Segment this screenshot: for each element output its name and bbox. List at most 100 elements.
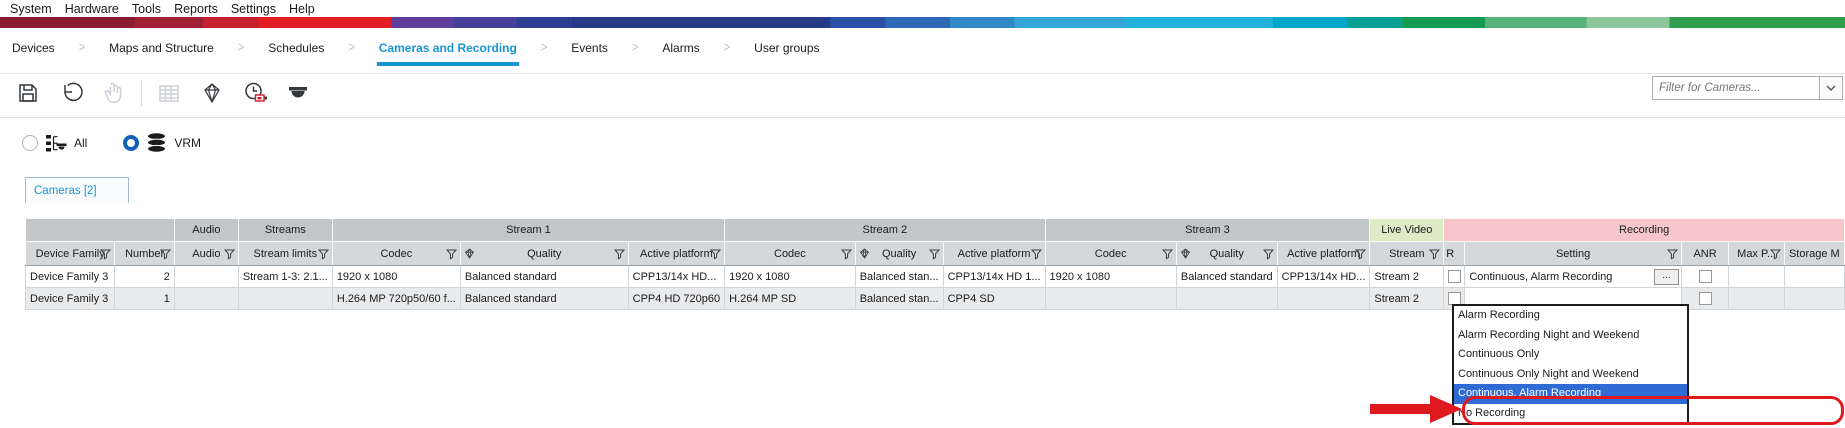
filter-icon[interactable] bbox=[224, 249, 235, 260]
radio-option-all[interactable]: All bbox=[22, 131, 87, 155]
cell-s2-active-platform: CPP13/14x HD 1... bbox=[943, 266, 1045, 288]
undo-button[interactable] bbox=[55, 77, 87, 109]
col-header-s1-codec[interactable]: Codec bbox=[332, 242, 460, 266]
col-header-audio[interactable]: Audio bbox=[174, 242, 238, 266]
filter-icon[interactable] bbox=[1031, 249, 1042, 260]
radio-button-vrm[interactable] bbox=[123, 135, 139, 151]
group-blank bbox=[26, 219, 175, 242]
dropdown-option-alarm-recording-night-weekend[interactable]: Alarm Recording Night and Weekend bbox=[1454, 326, 1687, 346]
filter-dropdown-button[interactable] bbox=[1819, 77, 1842, 99]
cell-s3-quality: Balanced standard bbox=[1176, 266, 1277, 288]
nav-item-schedules[interactable]: Schedules bbox=[266, 36, 326, 62]
filter-icon[interactable] bbox=[614, 249, 625, 260]
group-live-video: Live Video bbox=[1370, 219, 1444, 242]
setting-ellipsis-button[interactable]: ... bbox=[1654, 269, 1679, 285]
nav-item-devices[interactable]: Devices bbox=[10, 36, 57, 62]
cell-s1-active-platform: CPP13/14x HD... bbox=[628, 266, 724, 288]
col-header-storage[interactable]: Storage M bbox=[1784, 242, 1844, 266]
group-recording: Recording bbox=[1444, 219, 1845, 242]
cell-storage bbox=[1784, 288, 1844, 310]
dome-camera-button[interactable] bbox=[282, 77, 314, 109]
cell-setting[interactable]: Continuous, Alarm Recording... bbox=[1465, 266, 1682, 288]
filter-icon[interactable] bbox=[446, 249, 457, 260]
col-header-s3-quality[interactable]: Quality bbox=[1176, 242, 1277, 266]
col-header-s2-active-platform[interactable]: Active platform bbox=[943, 242, 1045, 266]
col-header-stream[interactable]: Stream bbox=[1370, 242, 1444, 266]
dome-camera-icon bbox=[285, 80, 311, 106]
dropdown-option-alarm-recording[interactable]: Alarm Recording bbox=[1454, 306, 1687, 326]
filter-icon[interactable] bbox=[1263, 249, 1274, 260]
nav-chevron-icon: > bbox=[348, 34, 354, 55]
menu-item-settings[interactable]: Settings bbox=[231, 2, 276, 16]
filter-icon[interactable] bbox=[841, 249, 852, 260]
anr-checkbox[interactable] bbox=[1699, 292, 1712, 305]
menu-item-tools[interactable]: Tools bbox=[132, 2, 161, 16]
table-view-button[interactable] bbox=[153, 77, 185, 109]
col-header-s2-quality[interactable]: Quality bbox=[855, 242, 943, 266]
dropdown-option-continuous-only-night-weekend[interactable]: Continuous Only Night and Weekend bbox=[1454, 365, 1687, 385]
cell-s1-quality: Balanced standard bbox=[460, 288, 628, 310]
menu-item-system[interactable]: System bbox=[10, 2, 52, 16]
filter-icon[interactable] bbox=[929, 249, 940, 260]
filter-icon[interactable] bbox=[318, 249, 329, 260]
col-header-s3-active-platform[interactable]: Active platform bbox=[1277, 242, 1370, 266]
col-header-s3-codec[interactable]: Codec bbox=[1045, 242, 1176, 266]
filter-icon[interactable] bbox=[1162, 249, 1173, 260]
table-view-icon bbox=[156, 80, 182, 106]
col-header-s2-codec[interactable]: Codec bbox=[725, 242, 856, 266]
quality-diamond-button[interactable] bbox=[196, 77, 228, 109]
filter-icon[interactable] bbox=[710, 249, 721, 260]
quality-diamond-icon bbox=[1180, 248, 1191, 259]
save-button[interactable] bbox=[12, 77, 44, 109]
col-header-s1-active-platform[interactable]: Active platform bbox=[628, 242, 724, 266]
table-row[interactable]: Device Family 3 2 Stream 1-3: 2.1... 192… bbox=[26, 266, 1845, 288]
filter-icon[interactable] bbox=[1667, 249, 1678, 260]
scheduled-recording-button[interactable] bbox=[239, 77, 271, 109]
menu-item-help[interactable]: Help bbox=[289, 2, 315, 16]
filter-icon[interactable] bbox=[100, 249, 111, 260]
camera-table: Audio Streams Stream 1 Stream 2 Stream 3… bbox=[25, 218, 1845, 310]
nav-item-alarms[interactable]: Alarms bbox=[660, 36, 701, 62]
group-stream-2: Stream 2 bbox=[725, 219, 1045, 242]
filter-icon[interactable] bbox=[1355, 249, 1366, 260]
cell-max-pre-alarm bbox=[1729, 266, 1785, 288]
col-header-number[interactable]: Number bbox=[115, 242, 175, 266]
nav-item-events[interactable]: Events bbox=[569, 36, 610, 62]
menu-bar: System Hardware Tools Reports Settings H… bbox=[0, 0, 315, 17]
cell-audio bbox=[174, 266, 238, 288]
cell-s3-quality bbox=[1176, 288, 1277, 310]
col-header-device-family[interactable]: Device Family bbox=[26, 242, 115, 266]
dropdown-option-continuous-only[interactable]: Continuous Only bbox=[1454, 345, 1687, 365]
cell-anr bbox=[1681, 266, 1728, 288]
col-header-max-pre-alarm[interactable]: Max P... bbox=[1729, 242, 1785, 266]
cell-s2-quality: Balanced stan... bbox=[855, 266, 943, 288]
radio-option-vrm[interactable]: VRM bbox=[123, 131, 201, 155]
nav-item-cameras-and-recording[interactable]: Cameras and Recording bbox=[377, 36, 519, 66]
dropdown-option-continuous-alarm-recording[interactable]: Continuous, Alarm Recording bbox=[1454, 384, 1687, 404]
col-header-recording[interactable]: R bbox=[1444, 242, 1465, 266]
cell-storage bbox=[1784, 266, 1844, 288]
divider bbox=[0, 117, 1845, 118]
recording-checkbox[interactable] bbox=[1448, 270, 1461, 283]
dropdown-option-no-recording[interactable]: No Recording bbox=[1454, 404, 1687, 424]
menu-item-reports[interactable]: Reports bbox=[174, 2, 218, 16]
cell-s1-active-platform: CPP4 HD 720p60 bbox=[628, 288, 724, 310]
col-header-stream-limits[interactable]: Stream limits bbox=[238, 242, 332, 266]
filter-icon[interactable] bbox=[160, 249, 171, 260]
filter-icon[interactable] bbox=[1770, 249, 1781, 260]
col-header-anr[interactable]: ANR bbox=[1681, 242, 1728, 266]
tab-cameras[interactable]: Cameras [2] bbox=[25, 177, 129, 203]
camera-filter-input[interactable] bbox=[1653, 77, 1819, 99]
anr-checkbox[interactable] bbox=[1699, 270, 1712, 283]
hand-button[interactable] bbox=[98, 77, 130, 109]
filter-icon[interactable] bbox=[1429, 249, 1440, 260]
col-header-s1-quality[interactable]: Quality bbox=[460, 242, 628, 266]
nav-item-maps-and-structure[interactable]: Maps and Structure bbox=[107, 36, 216, 62]
nav-chevron-icon: > bbox=[238, 34, 244, 55]
radio-button-all[interactable] bbox=[22, 135, 38, 151]
menu-item-hardware[interactable]: Hardware bbox=[65, 2, 119, 16]
nav-item-user-groups[interactable]: User groups bbox=[752, 36, 821, 62]
col-header-setting[interactable]: Setting bbox=[1465, 242, 1682, 266]
group-stream-3: Stream 3 bbox=[1045, 219, 1370, 242]
cell-s2-active-platform: CPP4 SD bbox=[943, 288, 1045, 310]
